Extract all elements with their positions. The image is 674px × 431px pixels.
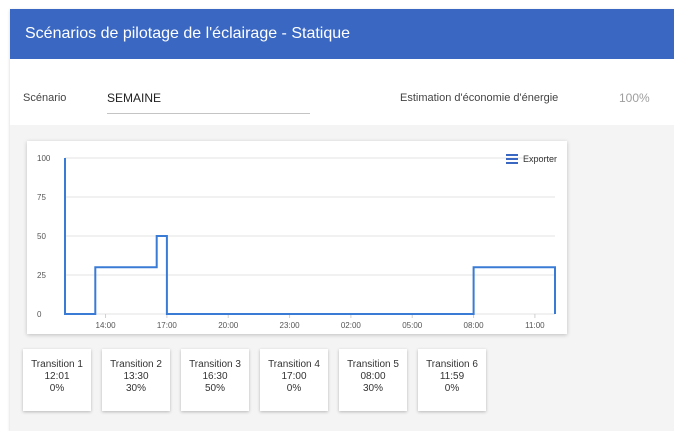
transition-card-6[interactable]: Transition 6 11:59 0% xyxy=(418,349,486,411)
x-tick-label: 17:00 xyxy=(157,321,178,330)
menu-icon xyxy=(505,154,518,164)
energy-saving-value: 100% xyxy=(619,91,650,105)
transition-value: 0% xyxy=(49,383,65,394)
y-tick-label: 0 xyxy=(37,310,42,319)
transition-card-2[interactable]: Transition 2 13:30 30% xyxy=(102,349,170,411)
export-label: Exporter xyxy=(522,154,557,164)
y-tick-label: 50 xyxy=(37,232,46,241)
x-tick-label: 20:00 xyxy=(218,321,239,330)
transition-time: 17:00 xyxy=(281,371,307,382)
transition-card-4[interactable]: Transition 4 17:00 0% xyxy=(260,349,328,411)
transition-title: Transition 5 xyxy=(347,359,399,370)
transition-title: Transition 4 xyxy=(268,359,320,370)
transition-value: 30% xyxy=(362,383,383,394)
transition-title: Transition 1 xyxy=(31,359,83,370)
y-tick-label: 75 xyxy=(37,193,46,202)
x-tick-label: 08:00 xyxy=(464,321,485,330)
transition-card-3[interactable]: Transition 3 16:30 50% xyxy=(181,349,249,411)
transition-time: 13:30 xyxy=(123,371,149,382)
export-button[interactable]: Exporter xyxy=(505,152,557,166)
scenario-label: Scénario xyxy=(23,92,67,104)
transition-title: Transition 3 xyxy=(189,359,241,370)
x-tick-label: 23:00 xyxy=(280,321,301,330)
scenario-form-row: Scénario Estimation d'économie d'énergie… xyxy=(10,59,674,125)
y-tick-label: 25 xyxy=(37,271,46,280)
chart-card: 0 25 50 75 100 14:00 17:00 20:00 23:00 02:00 05:00… xyxy=(27,141,567,334)
transition-title: Transition 6 xyxy=(426,359,478,370)
transition-time: 12:01 xyxy=(44,371,70,382)
page-title: Scénarios de pilotage de l'éclairage - S… xyxy=(10,9,674,59)
transition-value: 30% xyxy=(125,383,146,394)
lighting-scenario-panel: Scénarios de pilotage de l'éclairage - S… xyxy=(10,9,674,431)
step-chart: 0 25 50 75 100 14:00 17:00 20:00 23:00 02:00 05:00… xyxy=(37,154,556,330)
transition-value: 50% xyxy=(204,383,225,394)
x-tick-label: 11:00 xyxy=(525,321,545,330)
x-tick-label: 02:00 xyxy=(341,321,362,330)
transition-time: 08:00 xyxy=(360,371,386,382)
transition-card-5[interactable]: Transition 5 08:00 30% xyxy=(339,349,407,411)
transition-title: Transition 2 xyxy=(110,359,162,370)
energy-saving-label: Estimation d'économie d'énergie xyxy=(400,92,559,104)
transition-time: 11:59 xyxy=(439,371,465,382)
x-tick-label: 05:00 xyxy=(402,321,423,330)
transition-card-1[interactable]: Transition 1 12:01 0% xyxy=(23,349,91,411)
x-tick-label: 14:00 xyxy=(96,321,117,330)
transition-time: 16:30 xyxy=(202,371,228,382)
scenario-input[interactable] xyxy=(107,83,310,114)
transition-value: 0% xyxy=(286,383,302,394)
transition-value: 0% xyxy=(444,383,460,394)
y-tick-label: 100 xyxy=(37,154,51,163)
